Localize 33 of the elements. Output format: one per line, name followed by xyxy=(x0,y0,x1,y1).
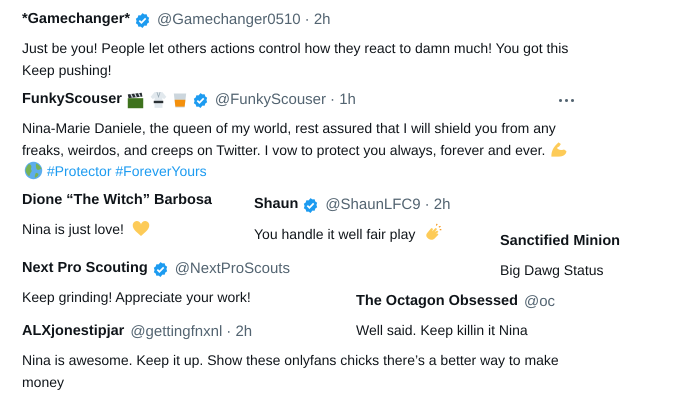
globe-icon xyxy=(24,161,43,180)
user-name[interactable]: ALXjonestipjar xyxy=(22,321,124,343)
post-time[interactable]: · 2h xyxy=(226,320,252,344)
post-time[interactable]: · 1h xyxy=(330,88,356,112)
user-name[interactable]: Shaun xyxy=(254,194,298,216)
reply-text: Keep grinding! Appreciate your work! xyxy=(22,288,252,307)
user-name[interactable]: The Octagon Obsessed xyxy=(356,291,518,313)
user-handle[interactable]: @ShaunLFC9 xyxy=(325,194,421,216)
user-handle[interactable]: @oc xyxy=(524,290,556,314)
tumbler-glass-icon xyxy=(172,92,188,108)
reply-text: Nina is just love! xyxy=(22,219,252,240)
user-handle[interactable]: @Gamechanger0510 xyxy=(157,8,301,32)
user-name[interactable]: Sanctified Minion xyxy=(500,231,620,253)
more-options-icon[interactable] xyxy=(559,97,574,103)
user-name[interactable]: *Gamechanger* xyxy=(22,9,130,31)
user-handle[interactable]: @NextProScouts xyxy=(174,258,290,280)
user-name[interactable]: Next Pro Scouting xyxy=(22,258,148,280)
post-time[interactable]: · 2h xyxy=(424,194,450,216)
martial-arts-uniform-icon xyxy=(148,91,168,109)
reply-text: You handle it well fair play xyxy=(254,223,494,246)
flexed-arm-icon xyxy=(549,140,568,158)
user-handle[interactable]: @gettingfnxnl xyxy=(130,320,222,344)
user-handle[interactable]: @FunkyScouser xyxy=(214,88,326,112)
heart-icon xyxy=(132,220,150,237)
user-name[interactable]: Dione “The Witch” Barbosa xyxy=(22,190,212,212)
reply-text: Just be you! People let others actions control how they react to damn much! You got this Keep pushing! xyxy=(22,39,570,80)
clapperboard-icon xyxy=(126,92,145,108)
user-name[interactable]: FunkyScouser xyxy=(22,89,122,111)
reply-text: Well said. Keep killin it Nina xyxy=(356,321,529,340)
reply-text: Nina-Marie Daniele, the queen of my world, rest assured that I will shield you from any freaks, weirdos, and creeps on Twitter. I vow to protect you always, forever and ever. #Protector #ForeverYours xyxy=(22,118,582,182)
post-time[interactable]: · 2h xyxy=(304,8,331,32)
reply-text: Nina is awesome. Keep it up. Show these onlyfans chicks there’s a better way to make money xyxy=(22,351,560,392)
reply-text: Big Dawg Status xyxy=(500,261,604,280)
